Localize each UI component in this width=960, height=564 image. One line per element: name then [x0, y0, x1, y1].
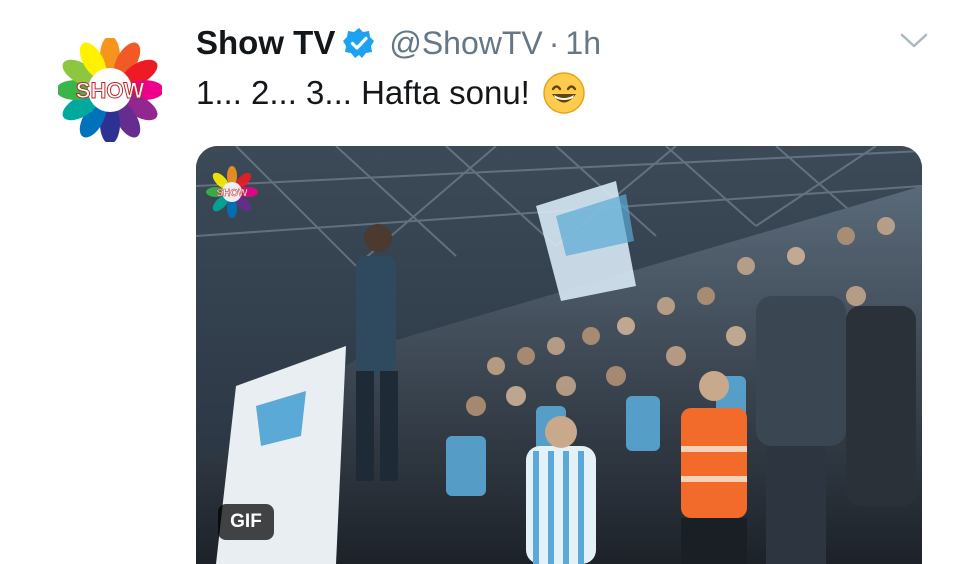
- gif-badge: GIF: [218, 504, 274, 540]
- verified-badge-icon: [343, 27, 375, 59]
- tweet-media-gif[interactable]: SHOW GIF: [196, 146, 922, 564]
- tweet-text-content: 1... 2... 3... Hafta sonu!: [196, 74, 530, 111]
- separator-dot: ·: [548, 24, 560, 61]
- author-name[interactable]: Show TV: [196, 24, 335, 62]
- tweet-header: Show TV @ShowTV · 1h: [196, 18, 601, 68]
- gif-badge-label: GIF: [230, 511, 262, 532]
- author-handle[interactable]: @ShowTV: [389, 25, 542, 62]
- avatar-logo-text: SHOW: [76, 78, 145, 103]
- show-watermark-icon: SHOW: [206, 166, 258, 218]
- watermark-text: SHOW: [216, 188, 248, 199]
- tweet-text: 1... 2... 3... Hafta sonu!: [196, 68, 586, 118]
- stadium-crowd-image: [196, 146, 922, 564]
- show-tv-logo-icon: SHOW: [56, 36, 164, 144]
- chevron-down-icon[interactable]: [898, 30, 930, 52]
- avatar[interactable]: SHOW: [56, 36, 164, 144]
- grinning-face-with-smiling-eyes-icon: [542, 71, 586, 115]
- tweet-timestamp[interactable]: 1h: [565, 25, 601, 62]
